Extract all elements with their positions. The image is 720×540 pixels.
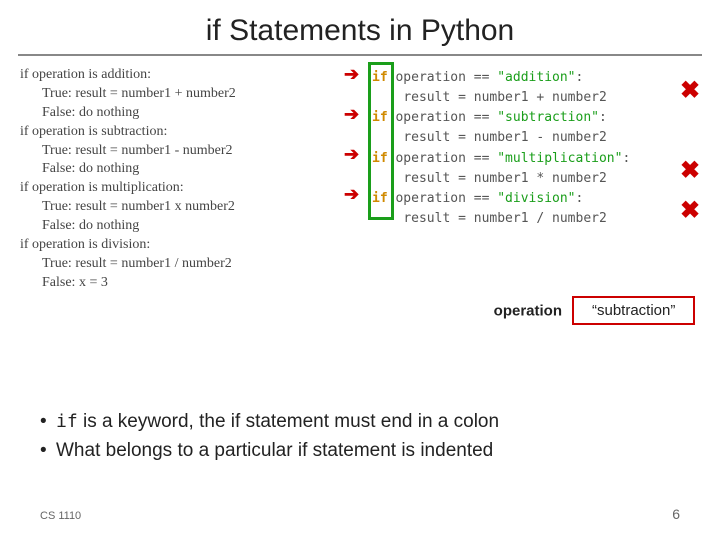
code-text: : [576, 70, 584, 85]
slide-title: if Statements in Python [0, 0, 720, 54]
arrow-icon: ➔ [344, 64, 359, 85]
bullet-icon: • [40, 437, 56, 466]
footer-course: CS 1110 [40, 510, 81, 522]
string-literal: "addition" [497, 70, 575, 85]
pseudo-line: True: result = number1 / number2 [20, 255, 236, 274]
pseudo-line: if operation is multiplication: [20, 179, 236, 198]
code-text: result = number1 / number2 [403, 211, 607, 226]
code-text: operation == [395, 70, 489, 85]
code-block: if operation == "addition": result = num… [372, 68, 630, 229]
pseudo-line: if operation is addition: [20, 66, 236, 85]
bullet-item: • What belongs to a particular if statem… [40, 437, 690, 466]
code-text: operation == [395, 191, 489, 206]
code-text: operation == [395, 110, 489, 125]
variable-name: operation [494, 302, 572, 319]
cross-icon: ✖ [680, 156, 700, 185]
arrow-icon: ➔ [344, 104, 359, 125]
code-text: : [622, 151, 630, 166]
cross-icon: ✖ [680, 76, 700, 105]
pseudocode-block: if operation is addition: True: result =… [20, 66, 236, 293]
pseudo-line: True: result = number1 - number2 [20, 142, 236, 161]
bullet-text: What belongs to a particular if statemen… [56, 437, 493, 466]
pseudo-line: True: result = number1 + number2 [20, 85, 236, 104]
arrow-icon: ➔ [344, 184, 359, 205]
code-text: result = number1 + number2 [403, 90, 607, 105]
pseudo-line: if operation is division: [20, 236, 236, 255]
content-area: if operation is addition: True: result =… [0, 56, 720, 416]
variable-box: operation “subtraction” [572, 296, 695, 325]
arrow-icon: ➔ [344, 144, 359, 165]
code-text: : [576, 191, 584, 206]
pseudo-line: True: result = number1 x number2 [20, 198, 236, 217]
bullet-text: if is a keyword, the if statement must e… [56, 408, 499, 437]
bullet-item: • if is a keyword, the if statement must… [40, 408, 690, 437]
pseudo-line: False: do nothing [20, 104, 236, 123]
bullet-icon: • [40, 408, 56, 437]
string-literal: "subtraction" [497, 110, 599, 125]
code-text: result = number1 - number2 [403, 130, 607, 145]
pseudo-line: if operation is subtraction: [20, 123, 236, 142]
code-text: result = number1 * number2 [403, 171, 607, 186]
code-text: : [599, 110, 607, 125]
string-literal: "division" [497, 191, 575, 206]
keyword-if: if [372, 151, 388, 166]
cross-icon: ✖ [680, 196, 700, 225]
keyword-if: if [372, 110, 388, 125]
pseudo-line: False: do nothing [20, 217, 236, 236]
string-literal: "multiplication" [497, 151, 622, 166]
inline-code: if [56, 411, 78, 432]
keyword-if: if [372, 191, 388, 206]
pseudo-line: False: x = 3 [20, 274, 236, 293]
variable-value: “subtraction” [572, 296, 695, 325]
pseudo-line: False: do nothing [20, 160, 236, 179]
bullet-list: • if is a keyword, the if statement must… [40, 408, 690, 465]
keyword-if: if [372, 70, 388, 85]
footer-page-number: 6 [672, 506, 680, 522]
code-text: operation == [395, 151, 489, 166]
